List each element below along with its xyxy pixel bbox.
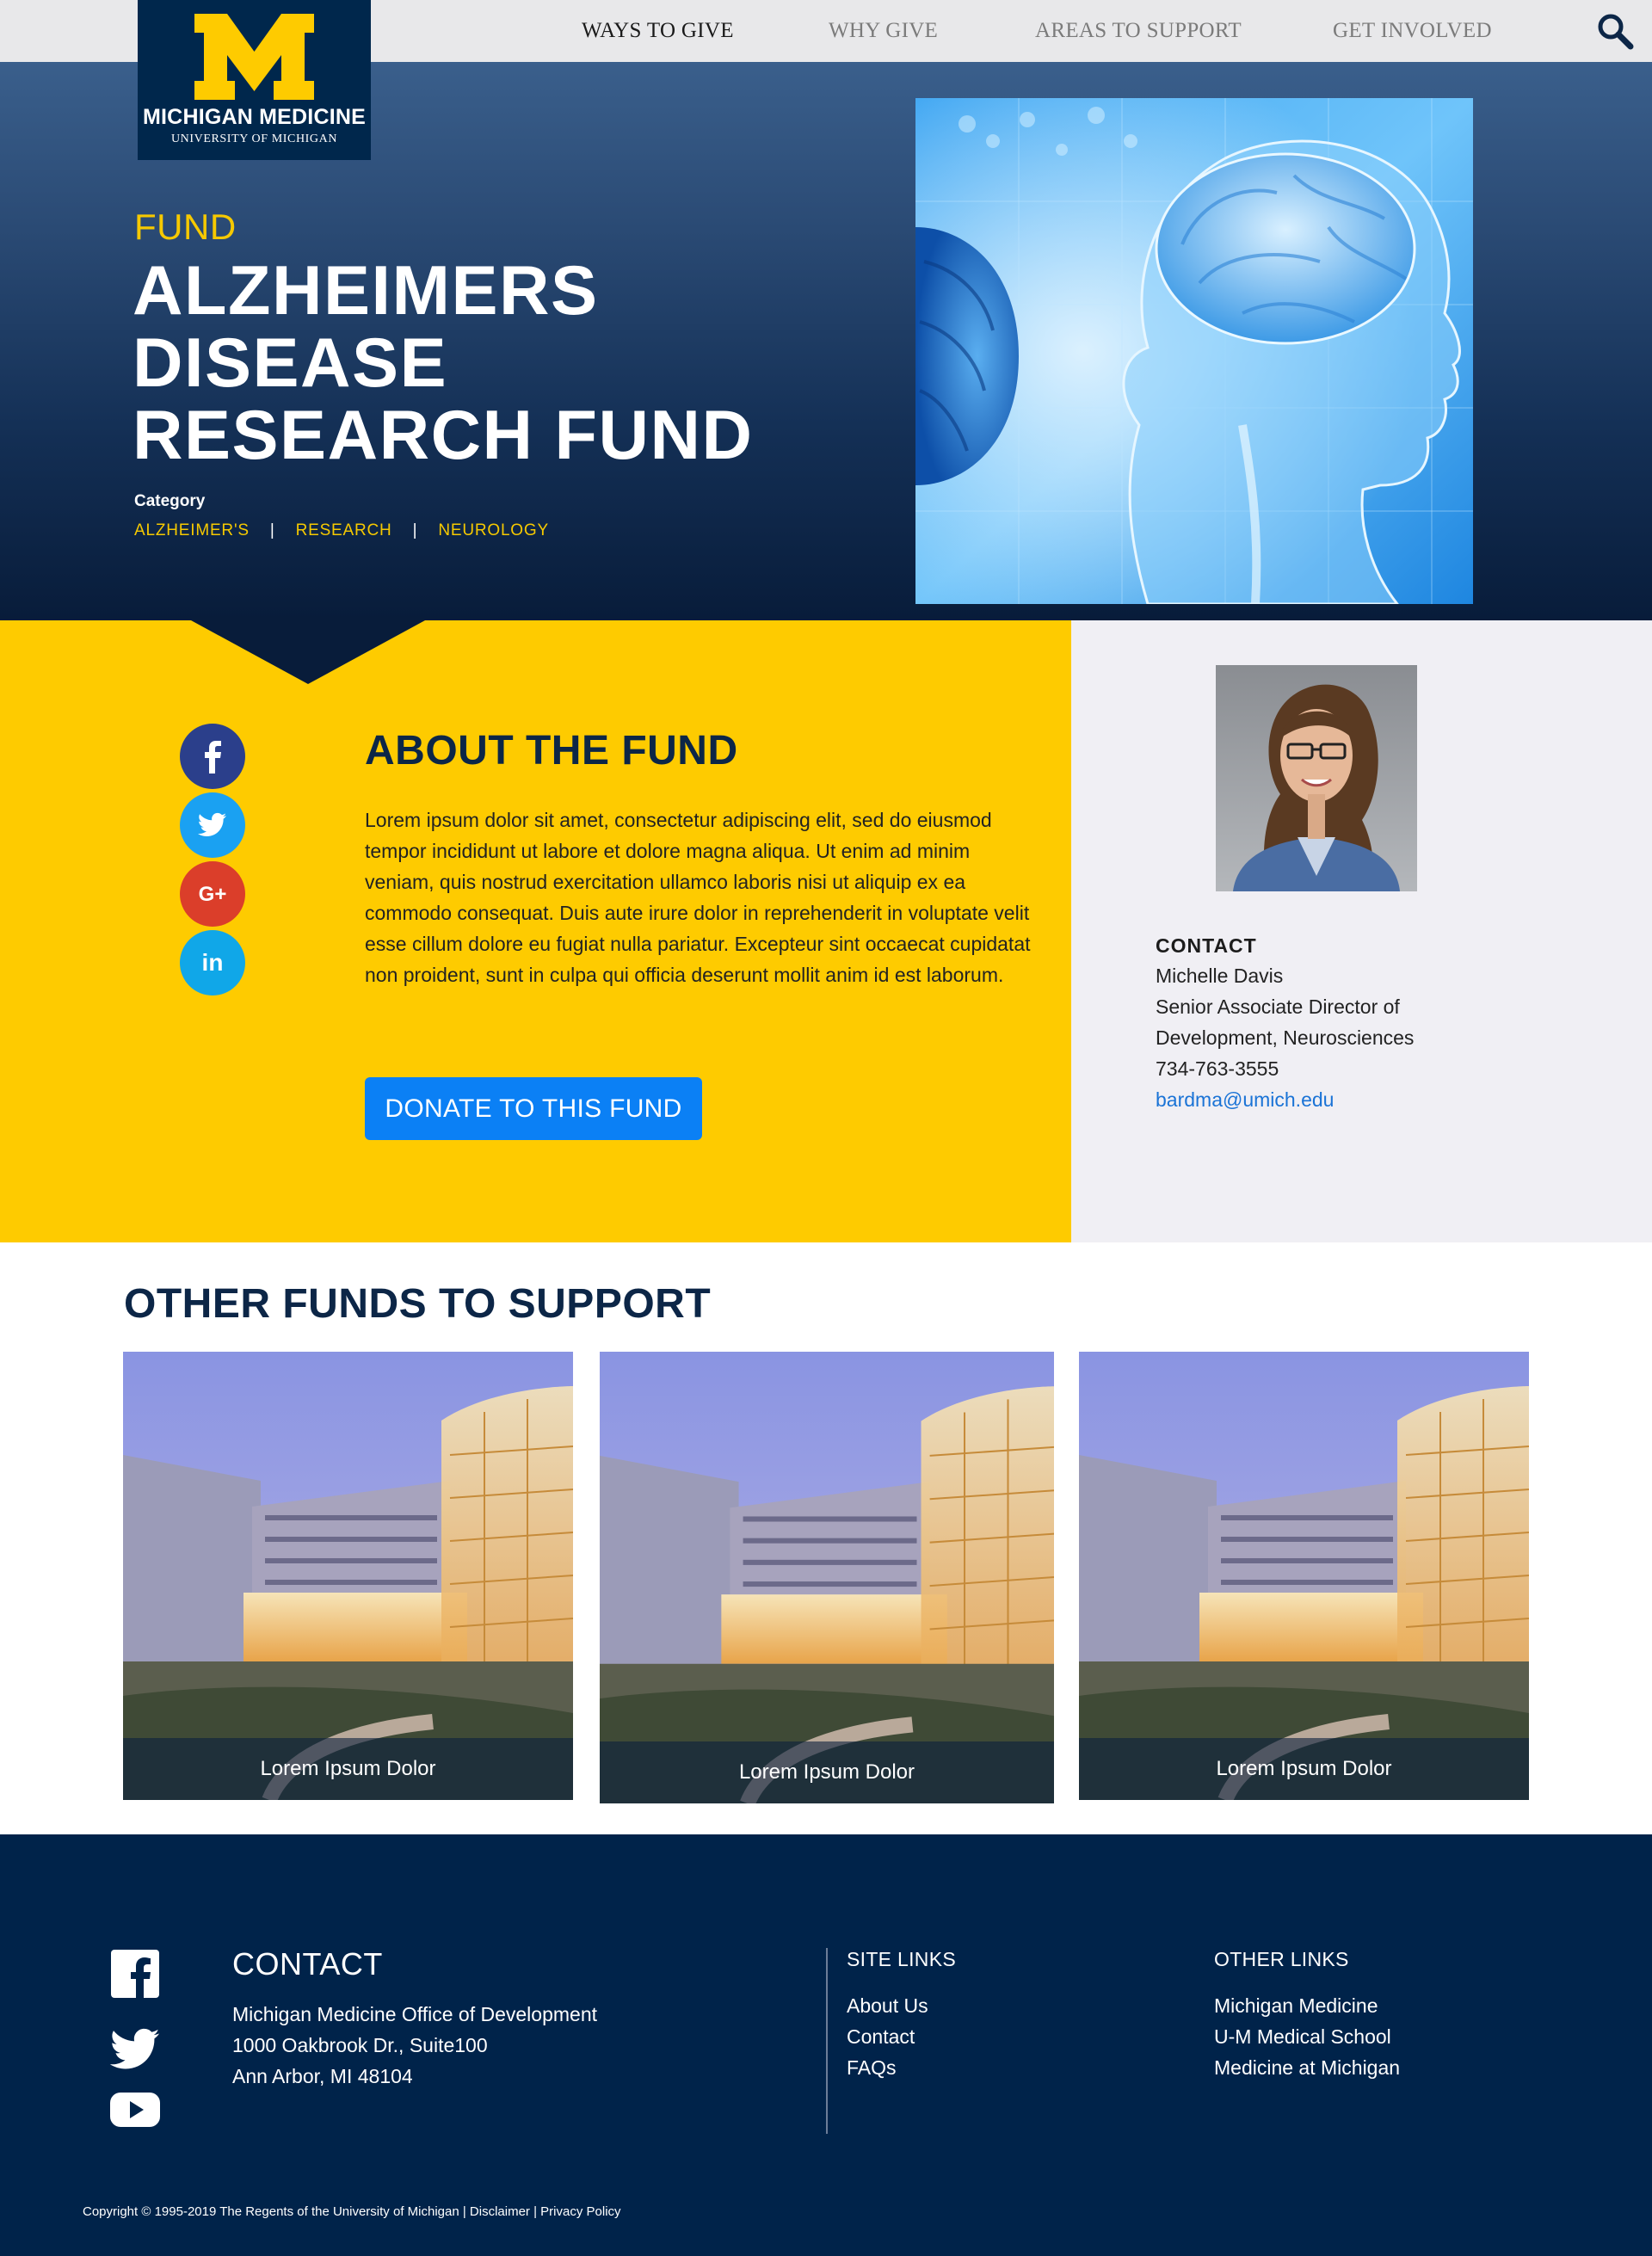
about-section: G+ in ABOUT THE FUND Lorem ipsum dolor s… xyxy=(0,620,1071,1242)
nav-get-involved[interactable]: GET INVOLVED xyxy=(1333,0,1492,62)
copyright-text: Copyright © 1995-2019 The Regents of the… xyxy=(83,2204,459,2219)
page-title: ALZHEIMERS DISEASE RESEARCH FUND xyxy=(133,252,754,474)
footer-link-medical-school[interactable]: U-M Medical School xyxy=(1214,2025,1391,2049)
fund-card[interactable]: Lorem Ipsum Dolor xyxy=(600,1352,1054,1803)
contact-panel: CONTACT Michelle Davis Senior Associate … xyxy=(1071,620,1652,1242)
twitter-icon xyxy=(197,812,226,836)
category-list: ALZHEIMER'S | RESEARCH | NEUROLOGY xyxy=(134,521,549,540)
contact-portrait xyxy=(1216,665,1417,891)
twitter-icon xyxy=(109,2028,160,2069)
contact-phone: 734-763-3555 xyxy=(1156,1057,1279,1080)
google-plus-share-button[interactable]: G+ xyxy=(180,861,245,927)
category-separator: | xyxy=(269,521,275,539)
footer-link-michigan-medicine[interactable]: Michigan Medicine xyxy=(1214,1994,1378,2018)
about-title: ABOUT THE FUND xyxy=(365,728,738,774)
linkedin-icon: in xyxy=(202,949,224,976)
footer-youtube-link[interactable] xyxy=(109,2084,161,2136)
facebook-share-button[interactable] xyxy=(180,724,245,789)
category-separator: | xyxy=(412,521,418,539)
copyright-separator: | xyxy=(459,2204,470,2219)
fund-card-caption: Lorem Ipsum Dolor xyxy=(123,1738,573,1800)
fund-card[interactable]: Lorem Ipsum Dolor xyxy=(1079,1352,1529,1800)
contact-title: Development, Neurosciences xyxy=(1156,1026,1415,1049)
hero-kicker: FUND xyxy=(134,206,237,247)
hospital-building-image xyxy=(123,1352,573,1800)
footer-link-contact[interactable]: Contact xyxy=(847,2025,915,2049)
other-funds-title: OTHER FUNDS TO SUPPORT xyxy=(124,1281,712,1327)
logo-text-main: MICHIGAN MEDICINE xyxy=(143,105,366,129)
twitter-share-button[interactable] xyxy=(180,792,245,858)
other-links-title: OTHER LINKS xyxy=(1214,1948,1349,1970)
fund-card[interactable]: Lorem Ipsum Dolor xyxy=(123,1352,573,1800)
footer-link-faqs[interactable]: FAQs xyxy=(847,2056,897,2080)
footer-contact-title: CONTACT xyxy=(232,1946,383,1982)
google-plus-icon: G+ xyxy=(199,883,227,906)
contact-title: Senior Associate Director of xyxy=(1156,995,1400,1018)
search-icon[interactable] xyxy=(1596,12,1634,50)
contact-label: CONTACT xyxy=(1156,934,1257,957)
michigan-medicine-logo[interactable]: MICHIGAN MEDICINE UNIVERSITY OF MICHIGAN xyxy=(138,0,371,160)
other-funds-section: OTHER FUNDS TO SUPPORT Lorem Ipsum Dolor xyxy=(0,1242,1652,1834)
block-m-icon xyxy=(194,14,314,100)
site-links-title: SITE LINKS xyxy=(847,1948,956,1970)
facebook-icon xyxy=(205,741,221,774)
copyright-bar: Copyright © 1995-2019 The Regents of the… xyxy=(83,2204,621,2219)
hospital-building-image xyxy=(600,1352,1054,1803)
svg-text:G+: G+ xyxy=(199,883,227,906)
brain-hero-image xyxy=(915,98,1473,604)
contact-name: Michelle Davis xyxy=(1156,965,1284,987)
nav-areas-to-support[interactable]: AREAS TO SUPPORT xyxy=(1035,0,1242,62)
footer-address-line: Michigan Medicine Office of Development xyxy=(232,2003,598,2025)
svg-text:in: in xyxy=(202,949,224,976)
footer: CONTACT Michigan Medicine Office of Deve… xyxy=(0,1834,1652,2256)
category-link-alzheimers[interactable]: ALZHEIMER'S xyxy=(134,521,250,540)
contact-email-link[interactable]: bardma@umich.edu xyxy=(1156,1088,1334,1112)
privacy-policy-link[interactable]: Privacy Policy xyxy=(540,2204,620,2219)
category-link-neurology[interactable]: NEUROLOGY xyxy=(438,521,549,540)
logo-text-sub: UNIVERSITY OF MICHIGAN xyxy=(170,133,338,145)
category-link-research[interactable]: RESEARCH xyxy=(296,521,392,540)
fund-card-caption: Lorem Ipsum Dolor xyxy=(1079,1738,1529,1800)
hospital-building-image xyxy=(1079,1352,1529,1800)
nav-ways-to-give[interactable]: WAYS TO GIVE xyxy=(582,0,734,62)
footer-divider xyxy=(826,1948,828,2134)
facebook-icon xyxy=(111,1950,159,1998)
youtube-icon xyxy=(110,2093,160,2127)
linkedin-share-button[interactable]: in xyxy=(180,930,245,995)
footer-address-line: Ann Arbor, MI 48104 xyxy=(232,2065,413,2087)
about-body: Lorem ipsum dolor sit amet, consectetur … xyxy=(365,809,1031,986)
footer-facebook-link[interactable] xyxy=(109,1948,161,2000)
copyright-separator: | xyxy=(529,2204,541,2219)
fund-card-caption: Lorem Ipsum Dolor xyxy=(600,1741,1054,1803)
donate-button[interactable]: DONATE TO THIS FUND xyxy=(365,1077,702,1140)
footer-link-medicine-at-michigan[interactable]: Medicine at Michigan xyxy=(1214,2056,1400,2080)
footer-twitter-link[interactable] xyxy=(109,2024,161,2075)
nav-why-give[interactable]: WHY GIVE xyxy=(829,0,938,62)
hero-notch xyxy=(191,620,425,684)
disclaimer-link[interactable]: Disclaimer xyxy=(470,2204,530,2219)
category-label: Category xyxy=(134,492,206,510)
footer-address-line: 1000 Oakbrook Dr., Suite100 xyxy=(232,2034,488,2056)
footer-link-about-us[interactable]: About Us xyxy=(847,1994,928,2018)
